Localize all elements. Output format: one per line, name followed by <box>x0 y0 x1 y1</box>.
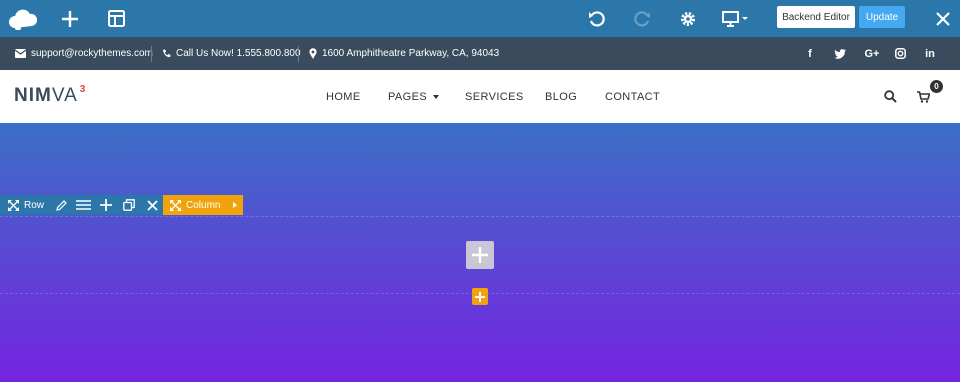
site-logo[interactable]: NIMVA 3 <box>14 83 87 107</box>
add-element-button[interactable] <box>466 241 494 269</box>
row-label[interactable]: Row <box>24 195 44 215</box>
search-icon[interactable] <box>884 90 897 108</box>
column-label[interactable]: Column <box>186 195 220 215</box>
templates-icon[interactable] <box>102 0 130 37</box>
plus-icon <box>475 291 485 302</box>
row-layout-icon[interactable] <box>75 195 92 215</box>
map-marker-icon <box>309 48 317 59</box>
cart-count-badge: 0 <box>930 80 943 93</box>
email-contact[interactable]: support@rockythemes.com <box>15 37 153 70</box>
undo-icon[interactable] <box>584 0 610 37</box>
logo-superscript: 3 <box>79 83 87 95</box>
nav-pages-label: PAGES <box>388 90 428 103</box>
main-navigation: NIMVA 3 HOME PAGES SERVICES BLOG CONTACT … <box>0 70 960 123</box>
phone-icon <box>162 49 171 58</box>
update-button[interactable]: Update <box>859 6 905 28</box>
divider <box>151 46 152 62</box>
nav-home[interactable]: HOME <box>326 70 361 123</box>
envelope-icon <box>15 49 26 58</box>
linkedin-icon[interactable]: in <box>922 37 938 70</box>
close-icon[interactable] <box>932 0 954 37</box>
google-plus-icon[interactable]: G+ <box>862 37 882 70</box>
row-boundary-top <box>0 216 960 217</box>
row-toolbar: Row <box>0 195 163 215</box>
facebook-icon[interactable]: f <box>802 37 818 70</box>
email-text: support@rockythemes.com <box>31 48 153 59</box>
add-column-icon[interactable] <box>99 195 113 215</box>
nav-contact[interactable]: CONTACT <box>605 70 660 123</box>
redo-icon[interactable] <box>629 0 655 37</box>
clone-row-icon[interactable] <box>122 195 136 215</box>
logo-light-text: VA <box>51 85 78 106</box>
address-text: 1600 Amphitheatre Parkway, CA, 94043 <box>322 48 500 59</box>
plus-icon <box>472 247 488 263</box>
hero-section: Row Column <box>0 123 960 382</box>
add-icon[interactable] <box>56 0 84 37</box>
nav-pages[interactable]: PAGES <box>388 70 440 123</box>
nav-services[interactable]: SERVICES <box>465 70 524 123</box>
phone-text: Call Us Now! 1.555.800.800 <box>176 48 301 59</box>
add-section-button[interactable] <box>472 288 488 305</box>
logo-bold-text: NIM <box>14 85 52 106</box>
move-column-icon[interactable] <box>169 195 181 215</box>
address-contact: 1600 Amphitheatre Parkway, CA, 94043 <box>309 37 499 70</box>
phone-contact[interactable]: Call Us Now! 1.555.800.800 <box>162 37 301 70</box>
twitter-icon[interactable] <box>832 37 848 70</box>
preview-icon[interactable] <box>720 0 752 37</box>
settings-icon[interactable] <box>675 0 701 37</box>
divider <box>298 46 299 62</box>
instagram-icon[interactable] <box>892 37 908 70</box>
editor-toolbar: Backend Editor Update <box>0 0 960 37</box>
nav-blog[interactable]: BLOG <box>545 70 577 123</box>
top-info-bar: support@rockythemes.com Call Us Now! 1.5… <box>0 37 960 70</box>
backend-editor-button[interactable]: Backend Editor <box>777 6 855 28</box>
move-row-icon[interactable] <box>7 195 19 215</box>
chevron-right-icon[interactable] <box>231 195 239 215</box>
column-toolbar: Column <box>163 195 243 215</box>
logo-cloud-icon[interactable] <box>6 0 40 37</box>
edit-row-icon[interactable] <box>54 195 68 215</box>
cart-icon[interactable] <box>917 90 931 108</box>
caret-down-icon <box>433 94 440 99</box>
delete-row-icon[interactable] <box>145 195 159 215</box>
